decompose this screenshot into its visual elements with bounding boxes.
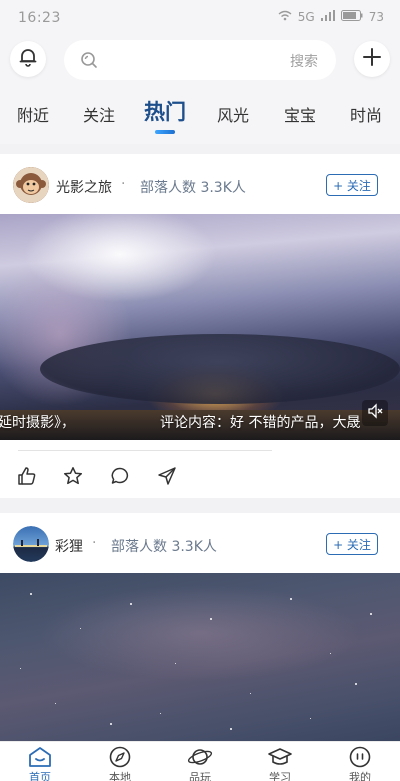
wifi-icon [278, 10, 292, 24]
favorite-button[interactable] [63, 466, 83, 486]
nav-label: 我的 [349, 771, 371, 781]
separator-dot: · [121, 176, 126, 192]
star-dot [210, 618, 212, 620]
mute-icon [367, 403, 383, 423]
search-icon [80, 51, 98, 73]
tab-nearby[interactable]: 附近 [17, 102, 49, 126]
add-button[interactable] [354, 41, 390, 77]
star-dot [250, 693, 251, 694]
star-dot [370, 613, 372, 615]
post-image[interactable] [0, 573, 400, 743]
video-player[interactable]: 延时摄影》， 评论内容：好 不错的产品，大晟 [0, 214, 400, 440]
follow-button[interactable]: + 关注 [326, 174, 378, 196]
profile-icon [349, 746, 371, 768]
star-dot [55, 703, 56, 704]
nav-label: 品玩 [189, 771, 211, 781]
post-card: 光影之旅 · 部落人数 3.3K人 + 关注 延时摄影》， 评论内容：好 不错的… [0, 154, 400, 498]
nav-label: 本地 [109, 771, 131, 781]
bottom-navigation: 首页 本地 品玩 学习 我的 [0, 741, 400, 781]
city-bridge-avatar-icon [13, 526, 49, 562]
star-dot [330, 653, 331, 654]
star-dot [160, 713, 161, 714]
star-dot [355, 683, 357, 685]
members-count: 部落人数 3.3K人 [111, 539, 217, 555]
members-count: 部落人数 3.3K人 [140, 180, 246, 196]
app-screen: 16:23 5G 73 搜索 附近 关注 热门 风光 宝宝 时尚 光影之旅 · … [0, 0, 400, 781]
battery-level: 73 [368, 10, 384, 24]
thumbs-up-icon [18, 467, 36, 485]
like-button[interactable] [17, 466, 37, 486]
category-tabs: 附近 关注 热门 风光 宝宝 时尚 [0, 82, 400, 144]
post-card: 彩狸 · 部落人数 3.3K人 + 关注 [0, 513, 400, 743]
status-bar: 16:23 5G 73 [0, 0, 400, 38]
star-dot [80, 628, 81, 629]
star-dot [20, 668, 21, 669]
star-dot [175, 663, 176, 664]
nav-local[interactable]: 本地 [90, 746, 150, 781]
star-dot [290, 598, 292, 600]
avatar[interactable] [13, 167, 49, 203]
avatar[interactable] [13, 526, 49, 562]
cloud-shape [40, 334, 400, 404]
author-name[interactable]: 光影之旅 [56, 177, 112, 197]
graduation-cap-icon [268, 748, 292, 765]
compass-icon [109, 746, 131, 768]
nav-label: 首页 [29, 771, 51, 781]
divider [18, 450, 272, 451]
danmaku-comment: 延时摄影》， [0, 415, 75, 431]
tab-following[interactable]: 关注 [83, 102, 115, 126]
separator-dot: · [92, 535, 97, 551]
active-tab-indicator [155, 130, 175, 134]
star-dot [110, 723, 112, 725]
star-dot [130, 603, 132, 605]
status-time: 16:23 [18, 10, 61, 26]
planet-icon [187, 749, 213, 765]
top-header: 搜索 [0, 38, 400, 82]
star-dot [230, 728, 232, 730]
nav-label: 学习 [269, 771, 291, 781]
plus-icon [362, 47, 382, 71]
notifications-button[interactable] [10, 41, 46, 77]
home-icon [29, 747, 51, 767]
tab-fashion[interactable]: 时尚 [350, 102, 382, 126]
nav-learn[interactable]: 学习 [250, 746, 310, 781]
search-button[interactable]: 搜索 [290, 51, 318, 71]
comment-button[interactable] [110, 466, 130, 486]
tab-baby[interactable]: 宝宝 [284, 102, 316, 126]
status-icons: 5G 73 [278, 10, 384, 24]
star-icon [63, 467, 83, 485]
send-icon [158, 467, 176, 485]
signal-text: 5G [297, 10, 315, 24]
battery-icon [340, 10, 363, 24]
mute-button[interactable] [362, 400, 388, 426]
nav-mine[interactable]: 我的 [330, 746, 390, 781]
author-name[interactable]: 彩狸 [55, 536, 83, 556]
danmaku-comment: 评论内容：好 不错的产品，大晟 [160, 415, 361, 431]
bell-icon [18, 47, 38, 71]
signal-icon [320, 10, 335, 24]
follow-button[interactable]: + 关注 [326, 533, 378, 555]
star-dot [310, 718, 311, 719]
nav-home[interactable]: 首页 [10, 746, 70, 781]
comment-bubble-icon [111, 467, 129, 484]
monkey-avatar-icon [13, 167, 49, 203]
search-input[interactable]: 搜索 [64, 40, 336, 80]
tab-hot[interactable]: 热门 [144, 96, 186, 126]
tab-scenery[interactable]: 风光 [217, 102, 249, 126]
share-button[interactable] [157, 466, 177, 486]
star-dot [30, 593, 32, 595]
nav-play[interactable]: 品玩 [170, 746, 230, 781]
